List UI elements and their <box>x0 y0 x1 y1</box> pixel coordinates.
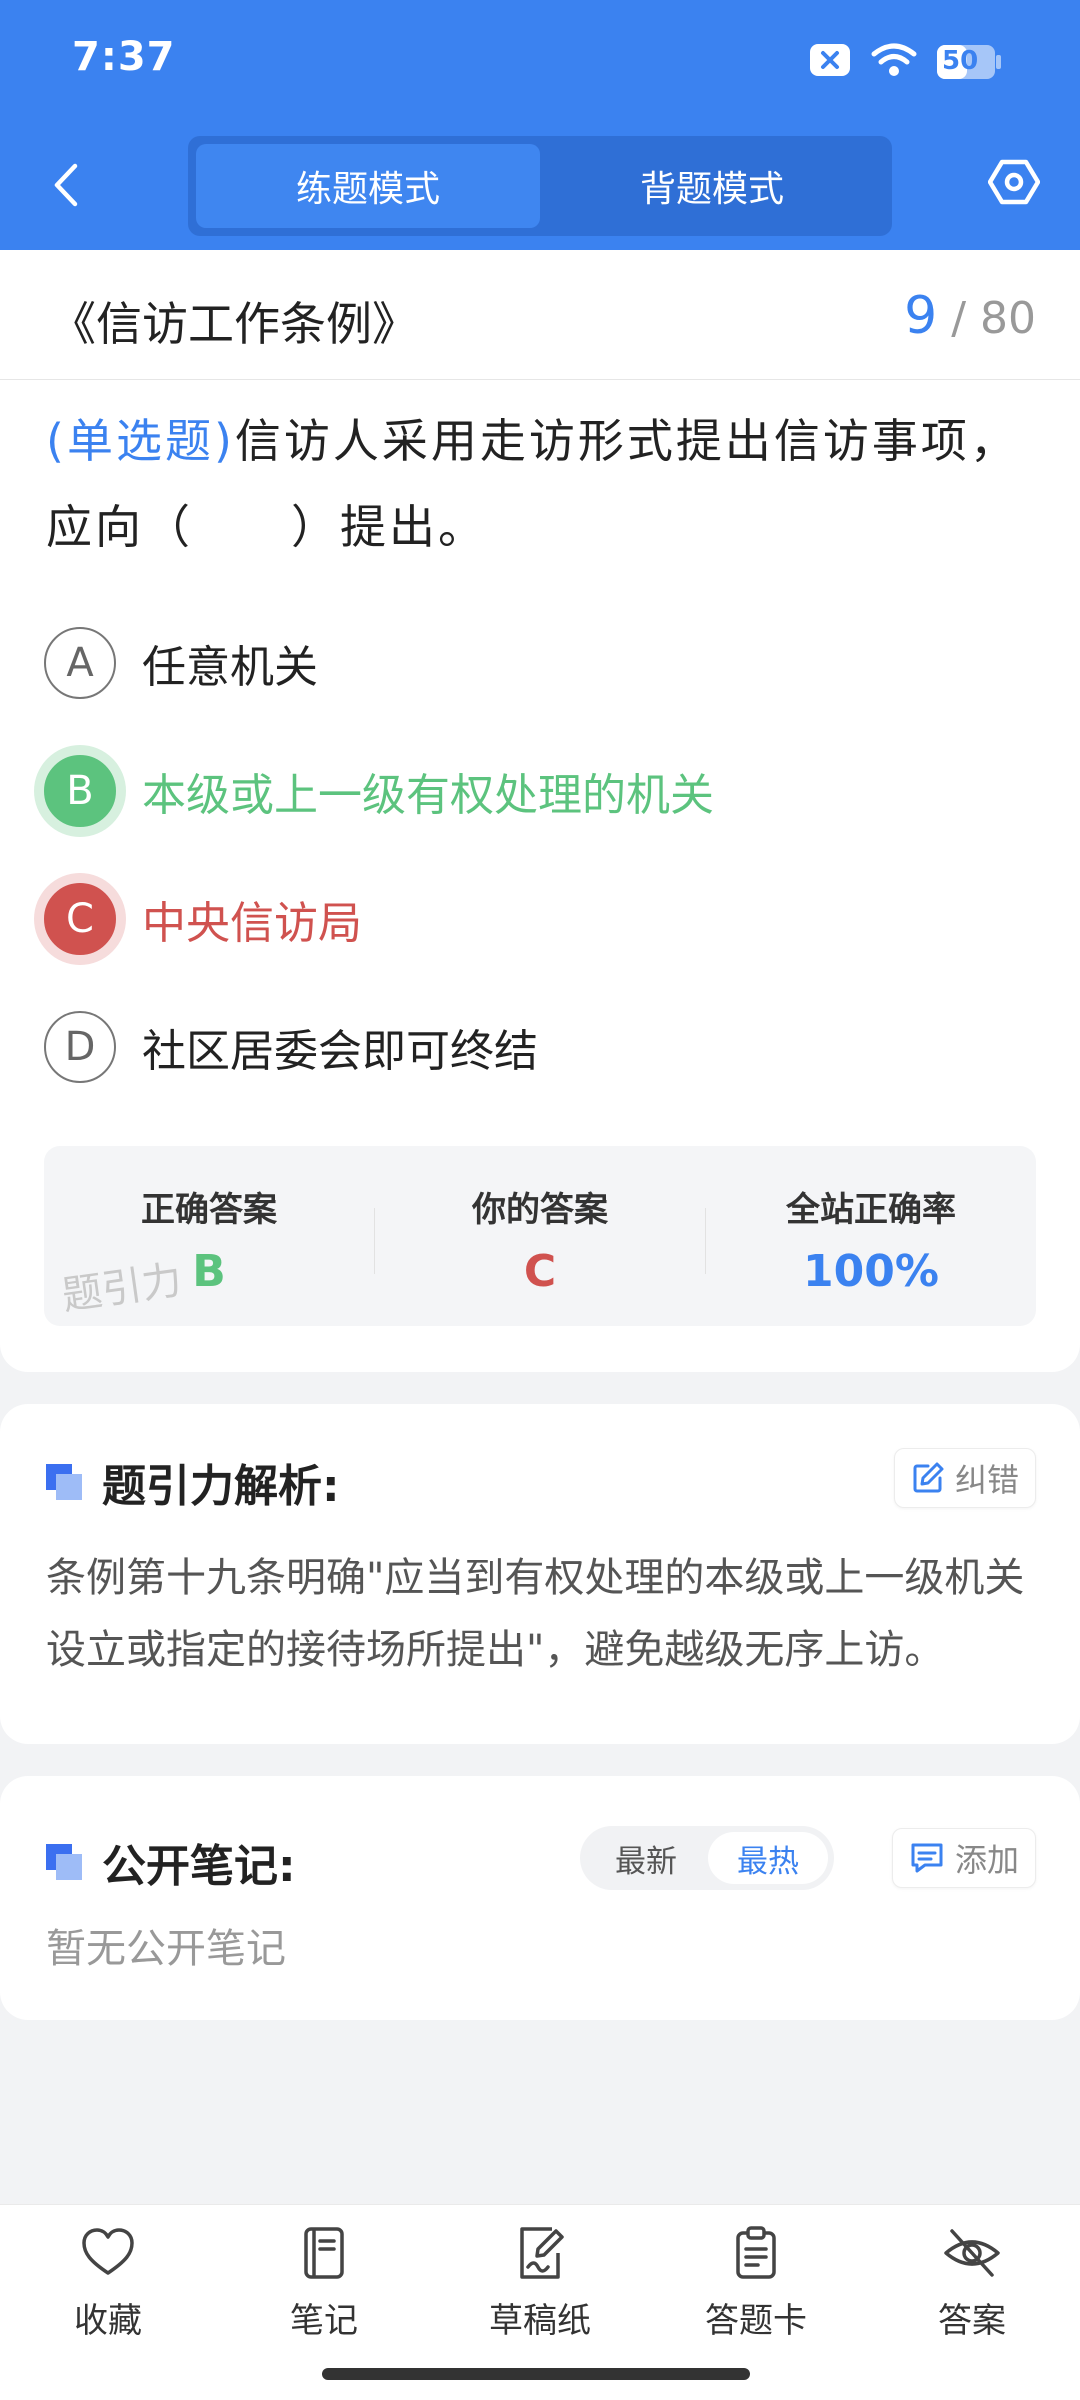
settings-button[interactable] <box>984 152 1044 212</box>
public-notes-card: 公开笔记: 最新 最热 添加 暂无公开笔记 <box>0 1776 1080 2020</box>
nav-answer[interactable]: 答案 <box>892 2225 1052 2342</box>
settings-hexagon-icon <box>988 159 1040 205</box>
option-letter: A <box>44 627 116 699</box>
eye-off-icon <box>944 2229 1000 2277</box>
option-text: 社区居委会即可终结 <box>142 1026 538 1077</box>
nav-answer-sheet[interactable]: 答题卡 <box>676 2225 836 2342</box>
add-note-button[interactable]: 添加 <box>891 1828 1036 1888</box>
nav-scratchpad[interactable]: 草稿纸 <box>460 2225 620 2342</box>
option-letter: C <box>44 883 116 955</box>
your-answer-value: C <box>523 1246 557 1297</box>
analysis-card: 题引力解析: 纠错 条例第十九条明确"应当到有权处理的本级或上一级机关设立或指定… <box>0 1404 1080 1744</box>
book-title: 《信访工作条例》 <box>50 297 418 351</box>
tab-practice-mode[interactable]: 练题模式 <box>196 144 540 228</box>
option-letter: D <box>44 1011 116 1083</box>
heart-icon <box>82 2228 134 2275</box>
option-a[interactable]: A 任意机关 <box>44 618 1024 708</box>
analysis-title: 题引力解析: <box>46 1450 340 1514</box>
notes-sort-toggle: 最新 最热 <box>580 1826 834 1890</box>
nav-favorite[interactable]: 收藏 <box>28 2225 188 2342</box>
comment-icon <box>911 1843 943 1873</box>
nav-label: 答案 <box>938 2301 1006 2341</box>
option-text: 中央信访局 <box>142 898 362 949</box>
option-text: 任意机关 <box>142 642 318 693</box>
sort-hot-button[interactable]: 最热 <box>708 1832 828 1884</box>
answer-sheet-icon <box>736 2226 776 2279</box>
current-question-number: 9 <box>904 286 938 346</box>
question-header: 《信访工作条例》 9 / 80 <box>0 250 1080 380</box>
question-text: (单选题)信访人采用走访形式提出信访事项，应向（ ）提出。 <box>46 398 1036 570</box>
stat-accuracy-rate: 全站正确率 100% <box>706 1146 1036 1326</box>
stat-label: 你的答案 <box>472 1190 608 1230</box>
analysis-title-text: 题引力解析: <box>102 1461 340 1512</box>
wifi-icon <box>870 40 918 84</box>
add-note-label: 添加 <box>954 1841 1019 1879</box>
option-d[interactable]: D 社区居委会即可终结 <box>44 1002 1024 1092</box>
sort-latest-button[interactable]: 最新 <box>586 1832 706 1884</box>
report-error-label: 纠错 <box>954 1461 1019 1499</box>
option-letter: B <box>44 755 116 827</box>
top-header: 7:37 50 练题模式 背题模式 <box>0 0 1080 250</box>
question-counter: 9 / 80 <box>904 286 1036 346</box>
status-time: 7:37 <box>72 34 176 80</box>
battery-level: 50 <box>942 46 979 76</box>
stat-label: 正确答案 <box>141 1190 277 1230</box>
back-button[interactable] <box>40 150 90 220</box>
section-square-icon <box>46 1464 82 1500</box>
battery-icon: 50 <box>936 43 1002 81</box>
notes-title-text: 公开笔记: <box>102 1841 296 1892</box>
nav-label: 笔记 <box>290 2301 358 2341</box>
stat-your-answer: 你的答案 C <box>375 1146 705 1326</box>
option-b[interactable]: B 本级或上一级有权处理的机关 <box>44 746 1024 836</box>
notes-empty-text: 暂无公开笔记 <box>46 1926 286 1972</box>
option-text: 本级或上一级有权处理的机关 <box>142 770 714 821</box>
nav-notes[interactable]: 笔记 <box>244 2225 404 2342</box>
home-indicator <box>322 2368 750 2380</box>
edit-icon <box>913 1462 944 1493</box>
section-square-icon <box>46 1844 82 1880</box>
nav-label: 草稿纸 <box>489 2301 591 2341</box>
scratchpad-icon <box>520 2227 564 2279</box>
notification-icon <box>808 42 852 82</box>
question-card: 《信访工作条例》 9 / 80 (单选题)信访人采用走访形式提出信访事项，应向（… <box>0 250 1080 1372</box>
question-type: (单选题) <box>46 414 235 468</box>
option-c[interactable]: C 中央信访局 <box>44 874 1024 964</box>
report-error-button[interactable]: 纠错 <box>893 1448 1036 1508</box>
status-icons: 50 <box>808 40 1002 84</box>
nav-label: 收藏 <box>74 2301 142 2341</box>
notes-title: 公开笔记: <box>46 1830 296 1894</box>
analysis-text: 条例第十九条明确"应当到有权处理的本级或上一级机关设立或指定的接待场所提出"，避… <box>46 1555 1025 1673</box>
accuracy-rate-value: 100% <box>803 1246 939 1297</box>
stat-label: 全站正确率 <box>786 1190 956 1230</box>
notebook-icon <box>304 2227 344 2279</box>
nav-label: 答题卡 <box>705 2301 807 2341</box>
mode-switch: 练题模式 背题模式 <box>188 136 892 236</box>
total-questions: / 80 <box>951 293 1036 344</box>
answer-stats: 正确答案 B 你的答案 C 全站正确率 100% 题引力 <box>44 1146 1036 1326</box>
tab-memorize-mode[interactable]: 背题模式 <box>540 144 884 228</box>
chevron-left-icon <box>54 163 78 207</box>
